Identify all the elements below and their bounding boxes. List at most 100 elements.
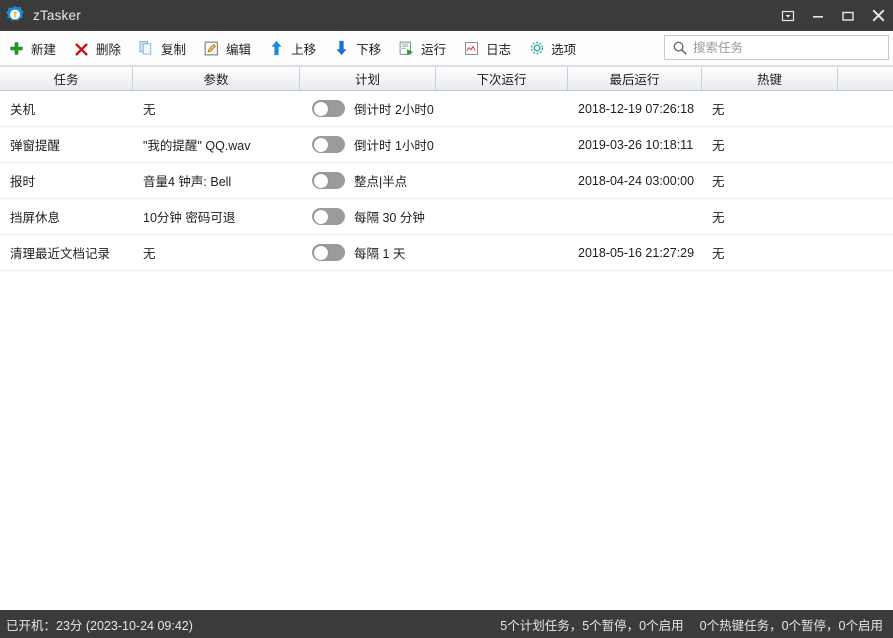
- plan-text: 整点|半点: [354, 175, 408, 189]
- status-bar: 已开机：23分 (2023-10-24 09:42) 5个计划任务，5个暂停，0…: [0, 610, 893, 638]
- cell-param: 音量4 钟声: Bell: [143, 175, 232, 189]
- cell-next-run: [436, 91, 568, 126]
- window-controls: [773, 0, 893, 31]
- search-box[interactable]: [664, 35, 889, 60]
- column-header-last-run[interactable]: 最后运行: [568, 67, 702, 90]
- task-enable-toggle[interactable]: [312, 136, 345, 153]
- plan-text: 倒计时 1小时0: [354, 139, 434, 153]
- toolbar-label: 新建: [31, 42, 57, 57]
- column-header-plan[interactable]: 计划: [300, 67, 436, 90]
- toolbar-label: 选项: [551, 42, 577, 57]
- svg-text:T: T: [12, 10, 17, 19]
- arrow-down-icon: [333, 40, 350, 57]
- plan-text: 每隔 1 天: [354, 247, 406, 261]
- pencil-edit-icon: [203, 40, 220, 57]
- cell-filler: [838, 127, 893, 162]
- title-bar: T zTasker: [0, 0, 893, 31]
- task-list: 关机 无 倒计时 2小时0 2018-12-19 07:26:18 无 弹窗提醒…: [0, 91, 893, 610]
- minimize-button[interactable]: [803, 0, 833, 31]
- search-input[interactable]: [693, 37, 888, 58]
- cell-plan: 倒计时 2小时0: [300, 91, 436, 126]
- cell-plan: 倒计时 1小时0: [300, 127, 436, 162]
- plus-icon: [8, 40, 25, 57]
- task-enable-toggle[interactable]: [312, 100, 345, 117]
- toolbar-button-run[interactable]: 运行: [392, 35, 455, 61]
- table-row[interactable]: 弹窗提醒 "我的提醒" QQ.wav 倒计时 1小时0 2019-03-26 1…: [0, 127, 893, 163]
- cell-task: 关机: [10, 103, 36, 117]
- cell-param: 无: [143, 103, 156, 117]
- cell-task: 清理最近文档记录: [10, 247, 111, 261]
- close-button[interactable]: [863, 0, 893, 31]
- task-enable-toggle[interactable]: [312, 172, 345, 189]
- cell-filler: [838, 235, 893, 270]
- cell-task: 弹窗提醒: [10, 139, 61, 153]
- column-header-filler: [838, 67, 893, 90]
- cell-plan: 每隔 30 分钟: [300, 199, 436, 234]
- toolbar-label: 下移: [356, 42, 382, 57]
- toolbar-label: 上移: [291, 42, 317, 57]
- cell-hotkey: 无: [712, 211, 725, 225]
- cell-next-run: [436, 163, 568, 198]
- maximize-button[interactable]: [833, 0, 863, 31]
- log-chart-icon: [463, 40, 480, 57]
- status-summary: 5个计划任务，5个暂停，0个启用 0个热键任务，0个暂停，0个启用: [500, 615, 883, 634]
- cell-plan: 整点|半点: [300, 163, 436, 198]
- cell-hotkey: 无: [712, 139, 725, 153]
- column-header-task[interactable]: 任务: [0, 67, 133, 90]
- toolbar-label: 日志: [486, 42, 512, 57]
- ztasker-window: T zTasker 新建 删除 复制 编辑 上移 下移 运行 日志 选项 搜索任…: [0, 0, 893, 638]
- toolbar-label: 编辑: [226, 42, 252, 57]
- cell-plan: 每隔 1 天: [300, 235, 436, 270]
- table-row[interactable]: 关机 无 倒计时 2小时0 2018-12-19 07:26:18 无: [0, 91, 893, 127]
- toolbar-button-delete[interactable]: 删除: [67, 35, 130, 61]
- window-title: zTasker: [33, 8, 81, 23]
- gear-options-icon: [528, 40, 545, 57]
- cell-task: 挡屏休息: [10, 211, 61, 225]
- toolbar-label: 删除: [96, 42, 122, 57]
- copy-pages-icon: [138, 40, 155, 57]
- toolbar-button-move-up[interactable]: 上移: [262, 35, 325, 61]
- cell-next-run: [436, 199, 568, 234]
- cross-delete-icon: [73, 40, 90, 57]
- table-header-row: 任务 参数 计划 下次运行 最后运行 热键: [0, 66, 893, 91]
- cell-param: 10分钟 密码可退: [143, 211, 236, 225]
- cell-filler: [838, 163, 893, 198]
- toolbar-button-copy[interactable]: 复制: [132, 35, 195, 61]
- plan-text: 每隔 30 分钟: [354, 211, 425, 225]
- run-play-icon: [398, 40, 415, 57]
- toolbar-button-options[interactable]: 选项: [522, 35, 585, 61]
- cell-hotkey: 无: [712, 103, 725, 117]
- task-enable-toggle[interactable]: [312, 208, 345, 225]
- cell-last-run: [568, 199, 702, 234]
- cell-task: 报时: [10, 175, 36, 189]
- status-scheduled-summary: 5个计划任务，5个暂停，0个启用: [500, 618, 684, 633]
- toolbar-label: 运行: [421, 42, 447, 57]
- gear-t-logo-icon: T: [5, 5, 24, 21]
- cell-last-run: 2018-04-24 03:00:00: [578, 173, 695, 188]
- toolbar-button-new[interactable]: 新建: [2, 35, 65, 61]
- toolbar-label: 复制: [161, 42, 187, 57]
- restore-down-button[interactable]: [773, 0, 803, 31]
- table-row[interactable]: 清理最近文档记录 无 每隔 1 天 2018-05-16 21:27:29 无: [0, 235, 893, 271]
- plan-text: 倒计时 2小时0: [354, 103, 434, 117]
- column-header-next-run[interactable]: 下次运行: [436, 67, 568, 90]
- arrow-up-icon: [268, 40, 285, 57]
- column-header-param[interactable]: 参数: [133, 67, 300, 90]
- status-uptime: 已开机：23分 (2023-10-24 09:42): [6, 618, 193, 633]
- cell-last-run: 2018-05-16 21:27:29: [578, 245, 695, 260]
- toolbar-button-log[interactable]: 日志: [457, 35, 520, 61]
- toolbar-button-edit[interactable]: 编辑: [197, 35, 260, 61]
- toolbar: 新建 删除 复制 编辑 上移 下移 运行 日志 选项 搜索任务: [0, 31, 893, 66]
- cell-filler: [838, 91, 893, 126]
- cell-next-run: [436, 235, 568, 270]
- table-row[interactable]: 挡屏休息 10分钟 密码可退 每隔 30 分钟 无: [0, 199, 893, 235]
- table-row[interactable]: 报时 音量4 钟声: Bell 整点|半点 2018-04-24 03:00:0…: [0, 163, 893, 199]
- cell-filler: [838, 199, 893, 234]
- cell-hotkey: 无: [712, 175, 725, 189]
- cell-next-run: [436, 127, 568, 162]
- cell-last-run: 2019-03-26 10:18:11: [578, 137, 694, 152]
- column-header-hotkey[interactable]: 热键: [702, 67, 838, 90]
- task-enable-toggle[interactable]: [312, 244, 345, 261]
- status-hotkey-summary: 0个热键任务，0个暂停，0个启用: [699, 618, 883, 633]
- toolbar-button-move-down[interactable]: 下移: [327, 35, 390, 61]
